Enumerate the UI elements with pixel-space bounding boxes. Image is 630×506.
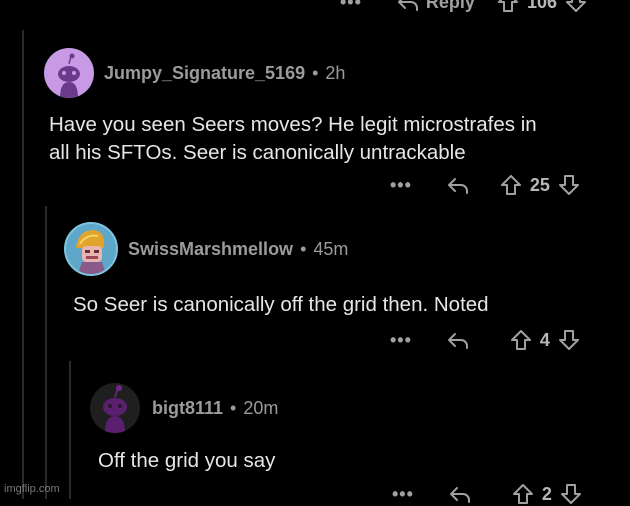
comment-header: SwissMarshmellow • 45m <box>64 222 348 276</box>
snoo-icon <box>103 385 127 433</box>
more-options-button[interactable]: ••• <box>390 330 412 351</box>
comment-text-line: all his SFTOs. Seer is canonically untra… <box>49 141 466 164</box>
snoo-icon <box>58 53 80 98</box>
downvote-button[interactable] <box>558 329 580 351</box>
thread-line <box>45 206 47 499</box>
more-options-button[interactable]: ••• <box>340 0 362 13</box>
reply-button[interactable] <box>448 484 472 504</box>
vote-count: 106 <box>526 0 557 12</box>
timestamp: 20m <box>243 397 279 418</box>
comment-text-line: So Seer is canonically off the grid then… <box>73 293 489 316</box>
reply-icon <box>397 0 418 11</box>
downvote-button[interactable] <box>565 0 587 13</box>
username[interactable]: bigt8111 <box>152 398 223 419</box>
downvote-icon <box>558 175 579 195</box>
upvote-button[interactable] <box>510 329 532 351</box>
comment-body: Have you seen Seers moves? He legit micr… <box>49 111 619 167</box>
separator-dot: • <box>300 238 307 259</box>
reply-icon <box>447 333 468 349</box>
vote-count: 25 <box>529 174 550 195</box>
upvote-icon <box>512 484 533 504</box>
parent-action-bar: ••• Reply 106 <box>340 0 587 14</box>
username[interactable]: Jumpy_Signature_5169 <box>104 63 305 84</box>
comment-header: bigt8111 • 20m <box>90 383 278 433</box>
comment-action-bar: ••• 2 <box>392 482 582 506</box>
custom-avatar-icon <box>76 230 106 274</box>
comment-text-line: Have you seen Seers moves? He legit micr… <box>49 113 537 136</box>
upvote-icon <box>510 330 531 350</box>
avatar[interactable] <box>44 48 94 98</box>
comment-header: Jumpy_Signature_5169 • 2h <box>44 48 345 98</box>
upvote-button[interactable] <box>512 483 534 505</box>
vote-count: 4 <box>539 329 550 350</box>
avatar[interactable] <box>64 222 118 276</box>
downvote-icon <box>560 484 581 504</box>
reply-button[interactable]: Reply <box>396 0 475 13</box>
comment-text-line: Off the grid you say <box>98 449 276 472</box>
more-options-button[interactable]: ••• <box>392 484 414 505</box>
downvote-icon <box>565 0 586 12</box>
separator-dot: • <box>312 62 319 83</box>
reply-icon <box>449 487 470 503</box>
downvote-button[interactable] <box>560 483 582 505</box>
upvote-button[interactable] <box>497 0 519 13</box>
vote-count: 2 <box>541 483 552 504</box>
thread-line <box>69 361 71 499</box>
timestamp: 45m <box>313 238 349 259</box>
imgflip-watermark: imgflip.com <box>4 483 60 495</box>
downvote-icon <box>558 330 579 350</box>
upvote-button[interactable] <box>500 174 522 196</box>
comment-body: Off the grid you say <box>98 447 618 475</box>
reply-button[interactable] <box>446 175 470 195</box>
comment-body: So Seer is canonically off the grid then… <box>73 291 613 319</box>
upvote-icon <box>497 0 518 12</box>
reply-button[interactable] <box>446 330 470 350</box>
reply-label: Reply <box>425 0 475 12</box>
reply-icon <box>447 178 468 194</box>
more-options-button[interactable]: ••• <box>390 175 412 196</box>
username[interactable]: SwissMarshmellow <box>128 239 293 260</box>
comment-action-bar: ••• 25 <box>390 173 580 197</box>
upvote-icon <box>500 175 521 195</box>
timestamp: 2h <box>325 62 346 83</box>
separator-dot: • <box>230 397 237 418</box>
downvote-button[interactable] <box>558 174 580 196</box>
thread-line <box>22 30 24 499</box>
comment-action-bar: ••• 4 <box>390 328 580 352</box>
avatar[interactable] <box>90 383 140 433</box>
